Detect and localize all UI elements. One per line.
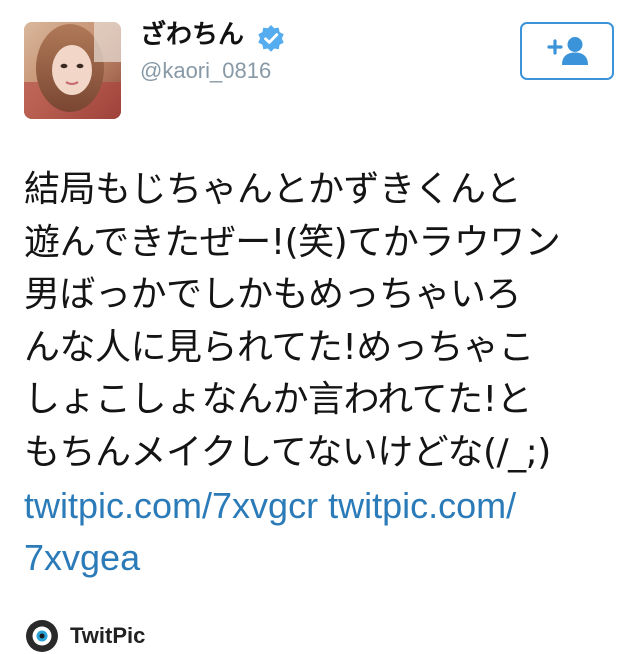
card-source-name: TwitPic	[70, 623, 146, 648]
tweet-links-line: 7xvgea	[24, 532, 516, 584]
tweet-links: twitpic.com/7xvgcr twitpic.com/ 7xvgea	[24, 480, 516, 584]
verified-badge-icon	[258, 25, 284, 52]
tweet-text: 結局もじちゃんとかずきくんと 遊んできたぜー!(笑)てかラウワン 男ばっかでしか…	[24, 164, 614, 479]
tweet-text-line: 男ばっかでしかもめっちゃいろ	[24, 274, 522, 315]
twitpic-link-2[interactable]: twitpic.com/	[328, 485, 516, 526]
tweet-text-line: しょこしょなんか言われてた!と	[24, 379, 533, 420]
twitpic-icon	[26, 620, 58, 652]
tweet-text-line: 遊んできたぜー!(笑)てかラウワン	[24, 221, 561, 263]
tweet-text-line: もちんメイクしてないけどな(/_;)	[24, 431, 551, 473]
avatar-image	[24, 22, 121, 119]
follow-button[interactable]	[520, 22, 614, 80]
tweet-text-line: んな人に見られてた!めっちゃこ	[24, 326, 534, 368]
tweet-links-line: twitpic.com/7xvgcr twitpic.com/	[24, 480, 516, 532]
card-source[interactable]: TwitPic	[24, 620, 146, 652]
display-name[interactable]: ざわちん	[140, 18, 244, 52]
tweet-text-line: 結局もじちゃんとかずきくんと	[24, 169, 522, 210]
user-handle[interactable]: @kaori_0816	[140, 57, 271, 85]
avatar[interactable]	[24, 22, 121, 119]
twitpic-link-1[interactable]: twitpic.com/7xvgcr	[24, 485, 318, 526]
add-user-icon	[547, 37, 588, 65]
twitpic-link-2-continued[interactable]: 7xvgea	[24, 537, 140, 578]
